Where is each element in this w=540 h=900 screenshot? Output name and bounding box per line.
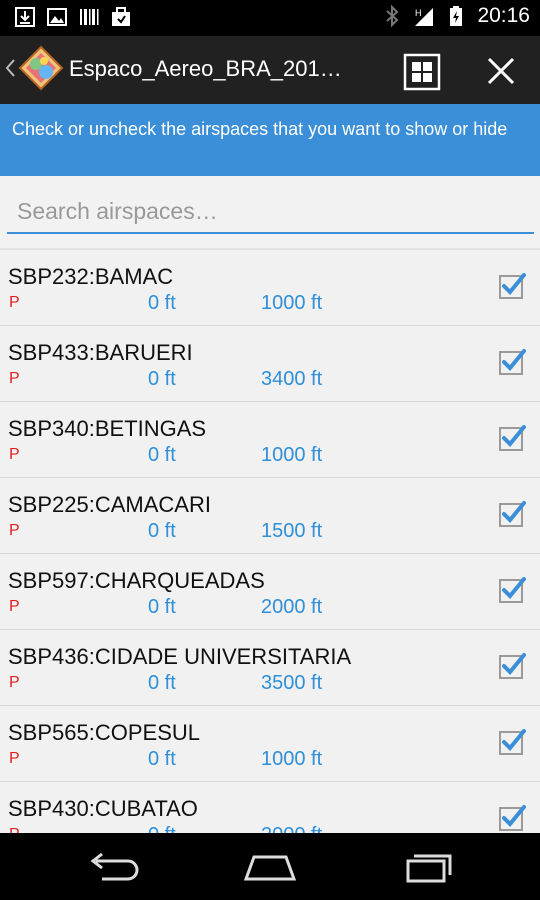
ceiling-altitude: 2000 ft bbox=[261, 596, 323, 618]
floor-altitude: 0 ft bbox=[148, 520, 176, 542]
airspace-row[interactable]: SBP225:CAMACARI P 0 ft 1500 ft bbox=[0, 478, 540, 554]
checkbox-checked-icon[interactable] bbox=[498, 576, 526, 604]
ceiling-altitude: 1000 ft bbox=[261, 748, 323, 770]
checkbox-checked-icon[interactable] bbox=[498, 804, 526, 832]
ceiling-altitude: 1000 ft bbox=[261, 444, 323, 466]
checkbox-checked-icon[interactable] bbox=[498, 272, 526, 300]
bluetooth-icon bbox=[386, 5, 399, 27]
system-icons: H 20:16 bbox=[381, 4, 530, 28]
airspace-type: P bbox=[9, 294, 20, 311]
search-input[interactable] bbox=[7, 190, 534, 234]
airspace-name: SBP597:CHARQUEADAS bbox=[8, 568, 265, 593]
airspace-list[interactable]: SBP232:BAMAC P 0 ft 1000 ft SBP433:BARUERI P 0… bbox=[0, 250, 540, 833]
checkbox-checked-icon[interactable] bbox=[498, 348, 526, 376]
floor-altitude: 0 ft bbox=[148, 672, 176, 694]
floor-altitude: 0 ft bbox=[148, 292, 176, 314]
airspace-type: P bbox=[9, 522, 20, 539]
screen-title: Espaco_Aereo_BRA_201… bbox=[69, 56, 342, 81]
action-bar: Espaco_Aereo_BRA_201… bbox=[0, 36, 540, 104]
airspace-name: SBP232:BAMAC bbox=[8, 264, 174, 289]
ceiling-altitude: 3400 ft bbox=[261, 368, 323, 390]
airspace-type: P bbox=[9, 826, 20, 833]
floor-altitude: 0 ft bbox=[148, 596, 176, 618]
navigation-bar bbox=[0, 833, 540, 900]
battery-icon bbox=[450, 6, 463, 26]
checkbox-checked-icon[interactable] bbox=[498, 728, 526, 756]
close-icon[interactable] bbox=[480, 50, 522, 92]
airspace-type: P bbox=[9, 370, 20, 387]
airspace-type: P bbox=[9, 674, 20, 691]
checkbox-checked-icon[interactable] bbox=[498, 652, 526, 680]
ceiling-altitude: 1000 ft bbox=[261, 292, 323, 314]
airspace-name: SBP565:COPESUL bbox=[8, 720, 200, 745]
app-logo-icon[interactable] bbox=[18, 45, 64, 91]
signal-icon: H bbox=[415, 8, 434, 26]
ceiling-altitude: 1500 ft bbox=[261, 520, 323, 542]
airspace-row[interactable]: SBP430:CUBATAO P 0 ft 2000 ft bbox=[0, 782, 540, 833]
airspace-row[interactable]: SBP340:BETINGAS P 0 ft 1000 ft bbox=[0, 402, 540, 478]
instruction-banner: Check or uncheck the airspaces that you … bbox=[0, 104, 540, 176]
nav-home-icon[interactable] bbox=[240, 849, 300, 885]
svg-text:H: H bbox=[415, 8, 422, 18]
airspace-row[interactable]: SBP433:BARUERI P 0 ft 3400 ft bbox=[0, 326, 540, 402]
clock: 20:16 bbox=[477, 4, 530, 27]
airspace-name: SBP430:CUBATAO bbox=[8, 796, 198, 821]
download-icon bbox=[15, 7, 35, 27]
ceiling-altitude: 2000 ft bbox=[261, 824, 322, 833]
status-bar: H 20:16 bbox=[0, 0, 540, 36]
airspace-type: P bbox=[9, 446, 20, 463]
airspace-row[interactable]: SBP436:CIDADE UNIVERSITARIA P 0 ft 3500 ft bbox=[0, 630, 540, 706]
ceiling-altitude: 3500 ft bbox=[261, 672, 323, 694]
airspace-name: SBP433:BARUERI bbox=[8, 340, 193, 365]
floor-altitude: 0 ft bbox=[148, 824, 176, 833]
checkbox-checked-icon[interactable] bbox=[498, 500, 526, 528]
airspace-name: SBP340:BETINGAS bbox=[8, 416, 207, 441]
floor-altitude: 0 ft bbox=[148, 444, 176, 466]
airspace-name: SBP436:CIDADE UNIVERSITARIA bbox=[8, 644, 352, 669]
notification-icons bbox=[14, 6, 132, 28]
airspace-type: P bbox=[9, 750, 20, 767]
airspace-row[interactable]: SBP232:BAMAC P 0 ft 1000 ft bbox=[0, 250, 540, 326]
checkbox-checked-icon[interactable] bbox=[498, 424, 526, 452]
barcode-icon bbox=[80, 9, 99, 25]
floor-altitude: 0 ft bbox=[148, 368, 176, 390]
nav-recents-icon[interactable] bbox=[400, 849, 460, 885]
floor-altitude: 0 ft bbox=[148, 748, 176, 770]
nav-back-icon[interactable] bbox=[84, 849, 144, 885]
back-caret-icon[interactable] bbox=[3, 54, 17, 82]
airspace-name: SBP225:CAMACARI bbox=[8, 492, 211, 517]
grid-icon[interactable] bbox=[402, 52, 442, 92]
search-bar bbox=[0, 176, 540, 248]
briefcase-icon bbox=[112, 7, 130, 26]
airspace-type: P bbox=[9, 598, 20, 615]
airspace-row[interactable]: SBP565:COPESUL P 0 ft 1000 ft bbox=[0, 706, 540, 782]
image-icon bbox=[47, 8, 67, 26]
airspace-row[interactable]: SBP597:CHARQUEADAS P 0 ft 2000 ft bbox=[0, 554, 540, 630]
